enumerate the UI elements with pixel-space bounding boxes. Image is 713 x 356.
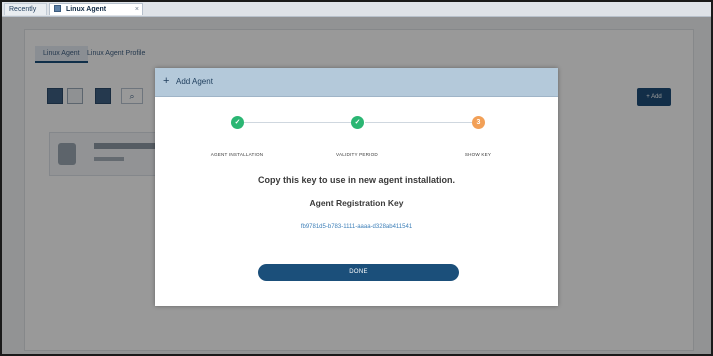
step-label-show-key: SHOW KEY bbox=[464, 152, 492, 157]
app-icon bbox=[54, 5, 61, 12]
registration-key[interactable]: fb9781d5-b783-1111-aaaa-d328ab411541 bbox=[155, 223, 558, 231]
step-label-agent-installation: AGENT INSTALLATION bbox=[210, 152, 264, 157]
step-agent-installation-check-icon: ✓ bbox=[231, 116, 244, 129]
key-heading: Agent Registration Key bbox=[309, 198, 404, 208]
step-connector bbox=[365, 122, 472, 123]
app-window: Recently View Linux Agent Management × L… bbox=[2, 2, 711, 354]
step-label-validity-period: VALIDITY PERIOD bbox=[336, 152, 378, 157]
plus-icon: + bbox=[163, 75, 170, 87]
page-content: Linux Agent Linux Agent Profile ⌕ + Add … bbox=[2, 17, 711, 354]
add-agent-modal: + Add Agent ✓ ✓ 3 AGENT INSTALLATION VAL… bbox=[155, 68, 558, 306]
instruction-text: Copy this key to use in new agent instal… bbox=[257, 175, 456, 185]
step-connector bbox=[244, 122, 351, 123]
modal-header: + Add Agent bbox=[155, 68, 558, 97]
done-button[interactable]: DONE bbox=[258, 264, 459, 281]
step-validity-period-check-icon: ✓ bbox=[351, 116, 364, 129]
step-show-key-indicator: 3 bbox=[472, 116, 485, 129]
modal-title: Add Agent bbox=[176, 77, 213, 86]
tab-bar: Recently View Linux Agent Management × bbox=[2, 2, 711, 25]
close-icon[interactable]: × bbox=[135, 4, 139, 16]
tab-recently-view[interactable]: Recently View bbox=[4, 3, 47, 25]
tab-linux-agent-management[interactable]: Linux Agent Management × bbox=[49, 3, 143, 25]
